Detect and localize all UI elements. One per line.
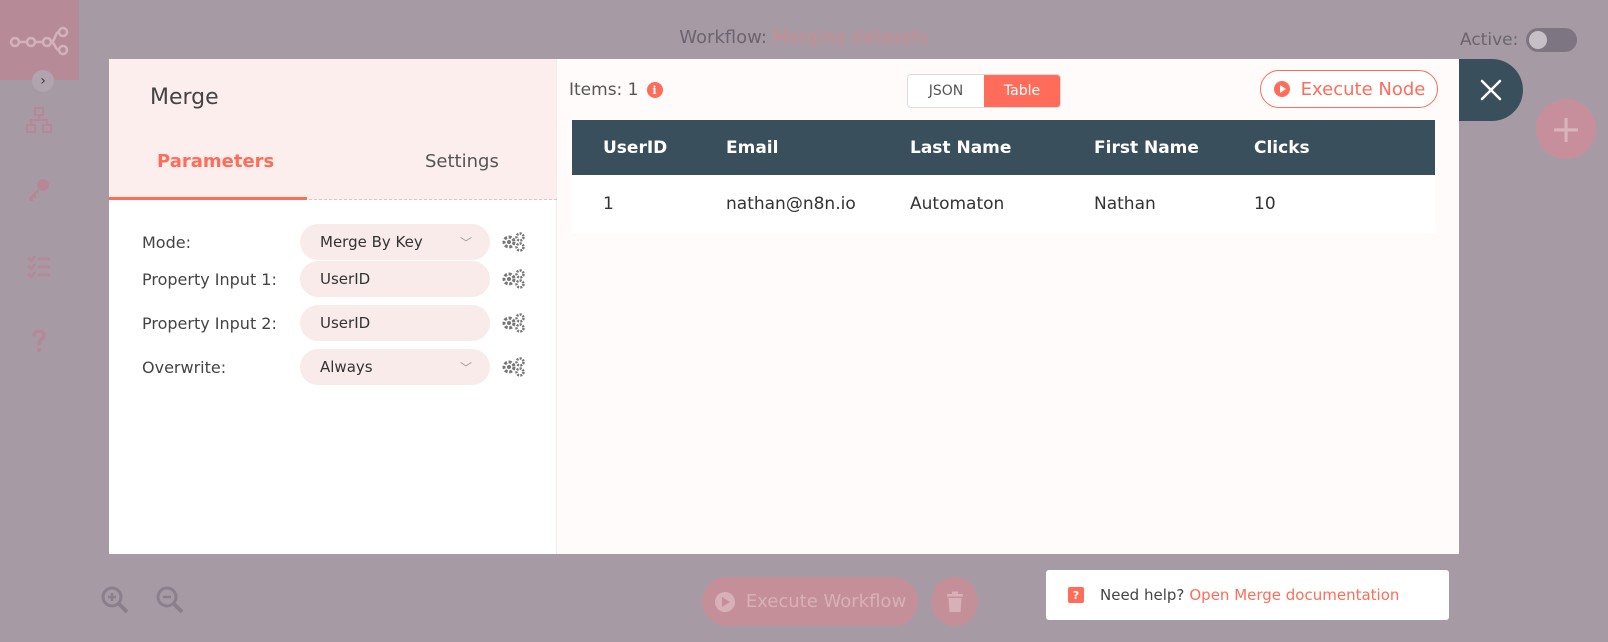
view-table-button[interactable]: Table [984,75,1060,107]
column-header-email: Email [695,120,879,175]
active-switch-wrapper: Active: [1460,28,1578,52]
play-circle-icon [1273,81,1290,97]
parameter-options-gear-icon[interactable] [500,312,526,334]
table-header-row: UserID Email Last Name First Name Clicks [572,120,1435,175]
active-label: Active: [1460,30,1519,50]
tab-parameters[interactable]: Parameters [157,151,274,172]
items-count: Items: 1 i [569,80,663,100]
overwrite-value: Always [320,358,373,376]
output-view-toggle: JSON Table [907,74,1061,108]
zoom-in-icon[interactable] [100,585,130,615]
help-icon: ? [1068,587,1084,603]
open-documentation-link[interactable]: Open Merge documentation [1189,586,1399,604]
property-input-1-field[interactable]: UserID [300,261,490,297]
param-row-overwrite: Overwrite: Always ﹀ [142,349,526,385]
mode-value: Merge By Key [320,233,423,251]
property-input-2-value: UserID [320,314,371,332]
zoom-out-icon[interactable] [155,585,185,615]
output-table: UserID Email Last Name First Name Clicks… [572,120,1435,233]
executions-list-icon[interactable] [25,252,53,280]
help-prefix: Need help? [1100,586,1185,604]
param-row-mode: Mode: Merge By Key ﹀ [142,224,526,260]
parameter-options-gear-icon[interactable] [500,268,526,290]
execute-node-button[interactable]: Execute Node [1260,70,1438,108]
param-row-property-input-2: Property Input 2: UserID [142,305,526,341]
play-circle-icon [714,591,735,612]
node-title[interactable]: Merge [150,85,219,110]
property-input-2-field[interactable]: UserID [300,305,490,341]
help-notification: ? Need help? Open Merge documentation [1046,570,1449,620]
info-icon[interactable]: i [646,82,663,98]
sidebar-expand-button[interactable]: › [32,70,54,92]
items-count-label: Items: 1 [569,80,639,100]
delete-workflow-button[interactable] [931,577,978,626]
column-header-clicks: Clicks [1223,120,1435,175]
node-header: Merge Parameters Settings [109,59,557,200]
cell-clicks: 10 [1223,175,1435,233]
param-label-property-input-2: Property Input 2: [142,313,277,333]
workflows-icon[interactable] [25,106,53,134]
execute-workflow-button[interactable]: Execute Workflow [702,577,918,626]
param-label-overwrite: Overwrite: [142,357,227,377]
node-parameters-panel: Merge Parameters Settings Mode: Merge By… [109,59,557,554]
cell-last-name: Automaton [879,175,1063,233]
close-modal-button[interactable] [1459,59,1523,121]
column-header-first-name: First Name [1063,120,1223,175]
param-row-property-input-1: Property Input 1: UserID [142,261,526,297]
execute-node-label: Execute Node [1300,78,1426,100]
parameter-options-gear-icon[interactable] [500,231,526,253]
add-node-button[interactable]: + [1536,99,1596,159]
view-json-button[interactable]: JSON [908,75,984,107]
column-header-userid: UserID [572,120,695,175]
property-input-1-value: UserID [320,270,371,288]
chevron-down-icon: ﹀ [459,235,472,250]
column-header-last-name: Last Name [879,120,1063,175]
execute-workflow-label: Execute Workflow [745,591,907,612]
mode-select[interactable]: Merge By Key ﹀ [300,224,490,260]
credentials-key-icon[interactable] [25,176,53,204]
tab-settings[interactable]: Settings [425,151,499,172]
node-details-modal: Merge Parameters Settings Mode: Merge By… [109,59,1459,554]
chevron-down-icon: ﹀ [459,360,472,375]
param-label-property-input-1: Property Input 1: [142,269,277,289]
node-output-panel: Items: 1 i JSON Table Execute Node UserI… [557,59,1459,554]
workflow-name[interactable]: Merging datasets [773,27,929,48]
trash-icon [946,591,963,612]
param-label-mode: Mode: [142,232,191,252]
overwrite-select[interactable]: Always ﹀ [300,349,490,385]
cell-first-name: Nathan [1063,175,1223,233]
active-tab-indicator [109,197,307,200]
help-question-icon[interactable] [25,326,53,354]
close-icon [1480,79,1502,101]
cell-email: nathan@n8n.io [695,175,879,233]
cell-userid: 1 [572,175,695,233]
active-toggle[interactable] [1526,28,1578,52]
parameter-options-gear-icon[interactable] [500,356,526,378]
workflow-prefix: Workflow: [679,27,767,48]
help-text: Need help? Open Merge documentation [1100,586,1399,604]
workflow-title: Workflow: Merging datasets [0,27,1608,48]
table-row: 1 nathan@n8n.io Automaton Nathan 10 [572,175,1435,233]
